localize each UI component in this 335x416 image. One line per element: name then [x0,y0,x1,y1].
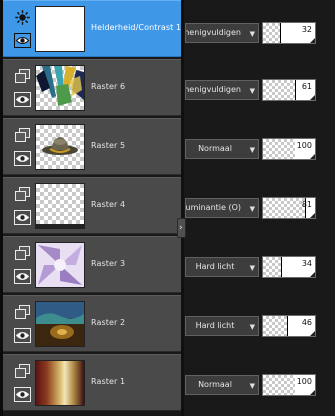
layer-name: Raster 6 [91,82,126,91]
opacity-value: 81 [301,200,312,209]
layer-name: Raster 4 [91,200,126,209]
raster-layer-icon [15,364,30,378]
layer-row-raster-3[interactable]: Raster 3 [3,236,181,293]
layer-thumbnail [35,124,85,170]
layer-name: Raster 3 [91,259,126,268]
chevron-down-icon: ▼ [249,87,255,95]
opacity-slider[interactable]: 46 [262,315,316,337]
blend-mode-value: Normaal [198,380,232,389]
opacity-value: 34 [301,259,312,268]
opacity-value: 100 [296,377,312,386]
sun-icon [15,10,30,25]
blend-mode-dropdown[interactable]: Hard licht ▼ [185,257,259,277]
eye-icon[interactable] [14,387,31,402]
layer-controls [11,184,35,230]
opacity-marker [295,80,296,100]
layer-thumbnail [35,6,85,52]
splitter-handle[interactable]: › [177,218,186,238]
opacity-value: 46 [301,318,312,327]
raster-layer-icon [15,187,30,201]
raster-layer-icon [15,246,30,260]
layer-controls [11,66,35,112]
blend-mode-dropdown[interactable]: Vermenigvuldigen ▼ [185,80,259,100]
layer-row-helderheid-contrast-1[interactable]: Helderheid/Contrast 1 [3,0,181,57]
eye-icon[interactable] [14,210,31,225]
opacity-marker [281,257,282,277]
chevron-right-icon: › [179,223,183,233]
blend-mode-dropdown[interactable]: Vermenigvuldigen ▼ [185,23,259,43]
layer-thumbnail [35,65,85,111]
opacity-value: 32 [301,25,312,34]
layer-row-raster-4[interactable]: Raster 4 [3,177,181,234]
opacity-slider[interactable]: 34 [262,256,316,278]
opacity-slider[interactable]: 61 [262,79,316,101]
blend-mode-value: Luminantie (O) [185,203,241,212]
layer-row-raster-5[interactable]: Raster 5 [3,118,181,175]
chevron-down-icon: ▼ [249,146,255,154]
chevron-down-icon: ▼ [249,205,255,213]
blend-mode-value: Vermenigvuldigen [186,85,241,94]
opacity-marker [287,316,288,336]
opacity-marker [280,23,281,43]
opacity-value: 100 [296,141,312,150]
layer-list: Helderheid/Contrast 1 Raster 6 Raster 5 … [3,0,181,416]
blend-mode-value: Hard licht [195,321,235,330]
layer-controls [11,7,35,53]
layer-row-raster-1[interactable]: Raster 1 [3,354,181,411]
layer-name: Raster 2 [91,318,126,327]
layer-controls [11,243,35,289]
blend-mode-value: Vermenigvuldigen [186,28,241,37]
chevron-down-icon: ▼ [249,30,255,38]
layer-thumbnail [35,360,85,406]
blend-mode-dropdown[interactable]: Normaal ▼ [185,139,259,159]
raster-layer-icon [15,69,30,83]
blend-mode-value: Normaal [198,144,232,153]
eye-icon[interactable] [14,328,31,343]
layer-row-raster-2[interactable]: Raster 2 [3,295,181,352]
blend-mode-value: Hard licht [195,262,235,271]
opacity-slider[interactable]: 100 [262,374,316,396]
chevron-down-icon: ▼ [249,382,255,390]
eye-icon[interactable] [14,33,31,48]
layer-thumbnail [35,301,85,347]
layer-controls [11,361,35,407]
chevron-down-icon: ▼ [249,264,255,272]
blend-mode-dropdown[interactable]: Luminantie (O) ▼ [185,198,259,218]
blend-mode-dropdown[interactable]: Hard licht ▼ [185,316,259,336]
layer-thumbnail [35,242,85,288]
eye-icon[interactable] [14,269,31,284]
raster-layer-icon [15,305,30,319]
opacity-slider[interactable]: 100 [262,138,316,160]
eye-icon[interactable] [14,92,31,107]
layer-name: Raster 1 [91,377,126,386]
layer-thumbnail [35,183,85,229]
panel-splitter[interactable] [181,0,184,416]
eye-icon[interactable] [14,151,31,166]
layer-controls [11,125,35,171]
opacity-slider[interactable]: 32 [262,22,316,44]
opacity-value: 61 [301,82,312,91]
chevron-down-icon: ▼ [249,323,255,331]
raster-layer-icon [15,128,30,142]
layer-row-raster-6[interactable]: Raster 6 [3,59,181,116]
layer-controls [11,302,35,348]
layer-name: Helderheid/Contrast 1 [91,23,182,32]
opacity-slider[interactable]: 81 [262,197,316,219]
layers-panel: Helderheid/Contrast 1 Raster 6 Raster 5 … [0,0,335,416]
blend-mode-dropdown[interactable]: Normaal ▼ [185,375,259,395]
layer-name: Raster 5 [91,141,126,150]
